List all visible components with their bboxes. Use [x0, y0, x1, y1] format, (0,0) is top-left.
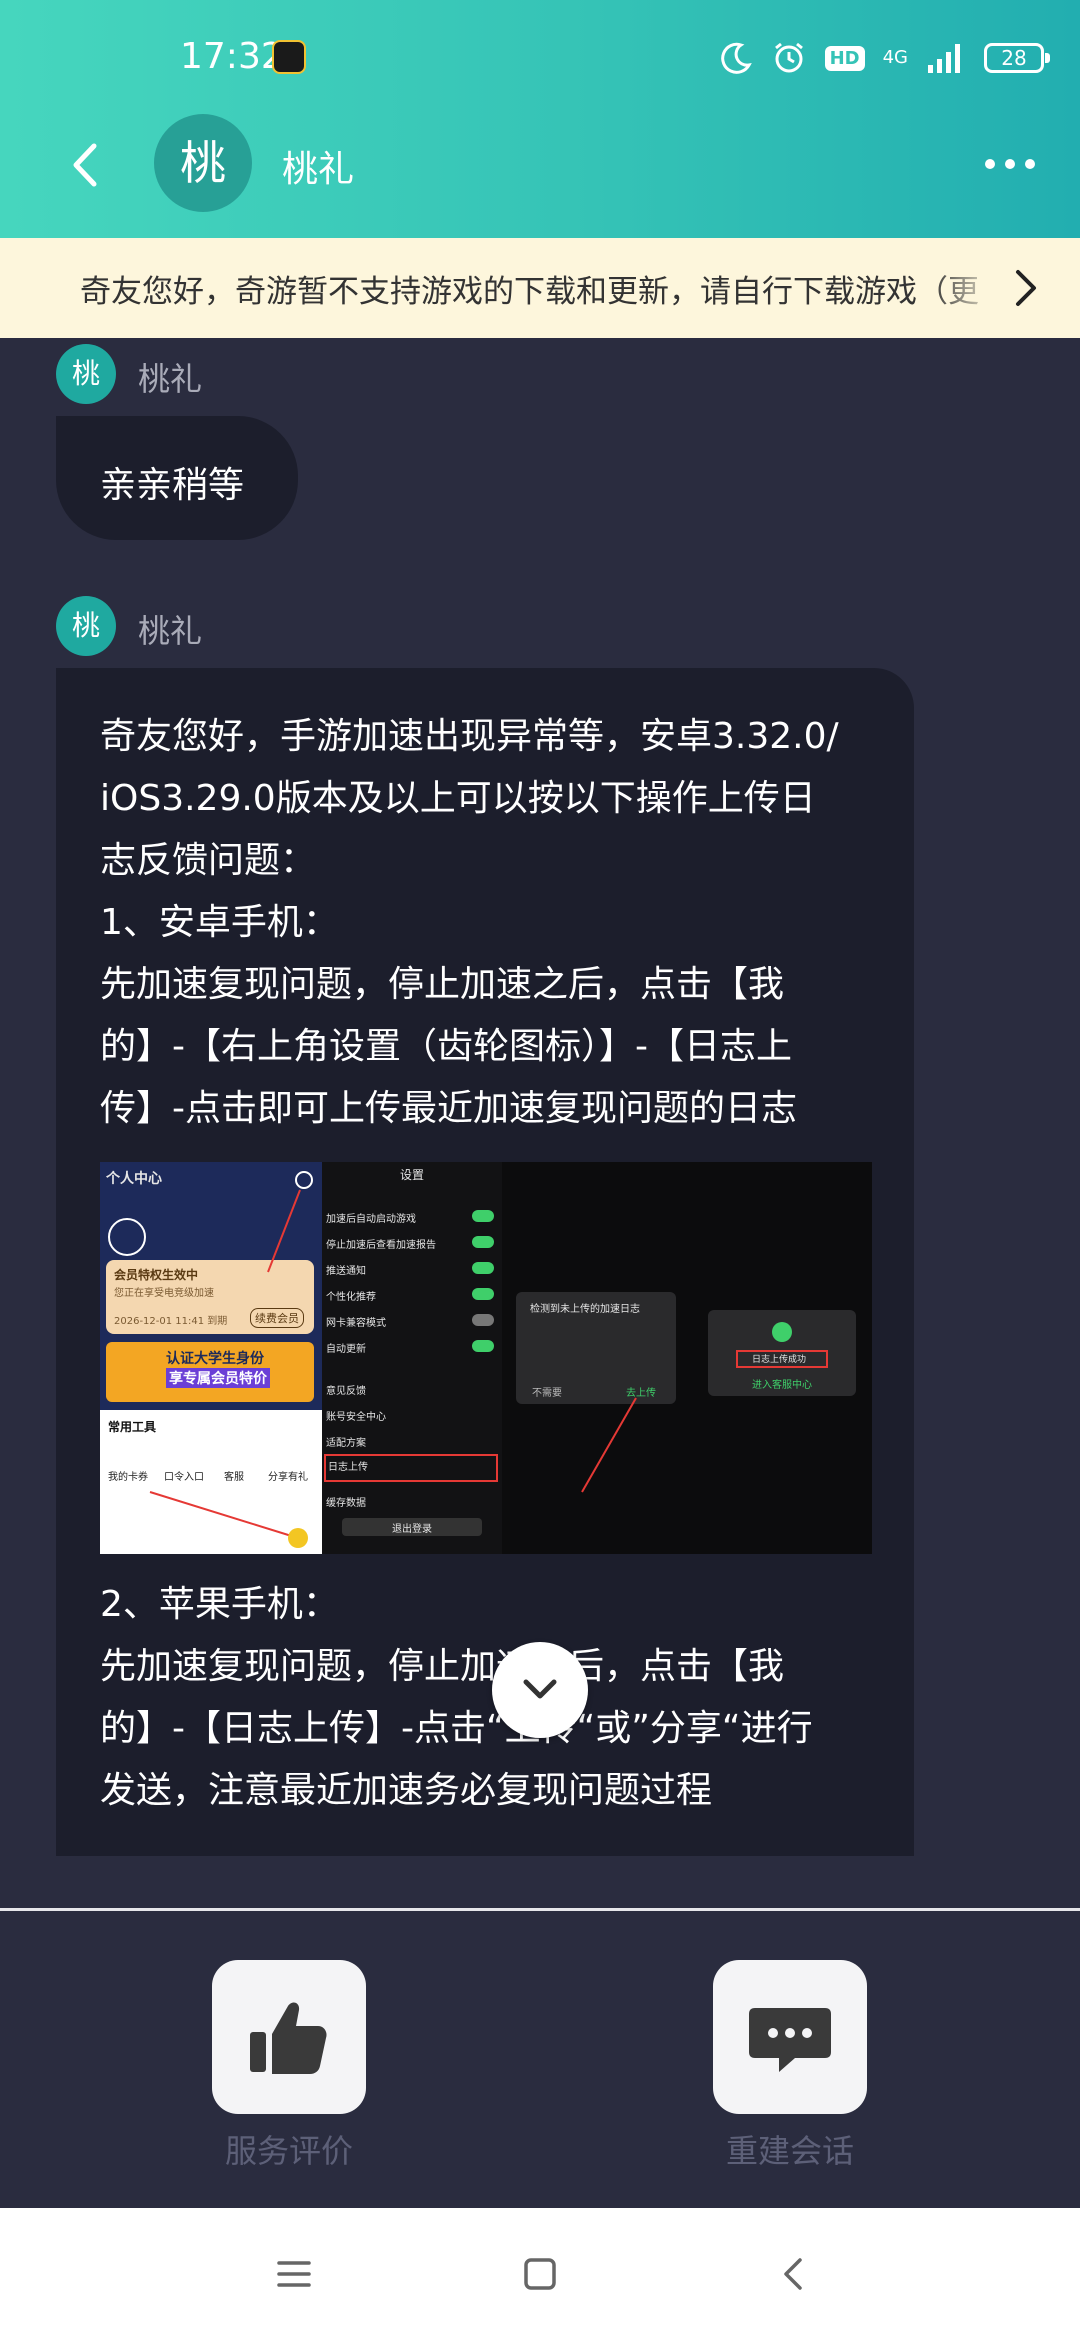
menu-icon[interactable]: [276, 2256, 312, 2292]
mini-text: 设置: [400, 1168, 425, 1182]
agent-name: 桃礼: [282, 149, 355, 190]
text-line: 奇友您好，手游加速出现异常等，安卓3.32.0/: [100, 716, 839, 757]
sender-avatar: 桃: [56, 596, 116, 656]
mini-text: 停止加速后查看加速报告: [326, 1240, 436, 1251]
text-line: 2、苹果手机：: [100, 1584, 339, 1625]
message-bubble: 奇友您好，手游加速出现异常等，安卓3.32.0/ iOS3.29.0版本及以上可…: [56, 668, 914, 1856]
mini-text: 退出登录: [392, 1524, 432, 1535]
mini-toggle: [472, 1210, 494, 1222]
action-bar: [0, 1911, 1080, 2207]
text-line: 发送，注意最近加速务必复现问题过程: [100, 1770, 713, 1811]
mini-text: 进入客服中心: [752, 1380, 812, 1391]
text-line: 志反馈问题：: [100, 840, 317, 881]
mini-text: 网卡兼容模式: [326, 1318, 386, 1329]
screenshot-panel-profile: 个人中心 会员特权生效中 您正在享受电竞级加速 2026-12-01 11:41…: [100, 1162, 322, 1554]
notice-fade: [930, 238, 1000, 338]
alarm-icon: [774, 42, 803, 73]
sender-name: 桃礼: [138, 360, 203, 398]
chat-header: 17:32 HD 4G 28 桃 桃礼: [0, 0, 1080, 238]
message-bubble: 亲亲稍等: [56, 416, 298, 540]
signal-icon: [928, 44, 960, 73]
chat-bubble-icon: [749, 2008, 831, 2072]
network-type: 4G: [882, 47, 908, 68]
text-line: iOS3.29.0版本及以上可以按以下操作上传日: [100, 778, 816, 819]
highlight-arrow: [149, 1171, 313, 1548]
rebuild-session-label: 重建会话: [725, 2132, 854, 2170]
sender-avatar: 桃: [56, 344, 116, 404]
status-bar: 17:32 HD 4G 28: [0, 0, 1080, 118]
mini-success-icon: [772, 1322, 792, 1342]
moon-icon: [720, 42, 752, 74]
mini-toggle: [472, 1262, 494, 1274]
message-text-part1: 奇友您好，手游加速出现异常等，安卓3.32.0/ iOS3.29.0版本及以上可…: [100, 706, 890, 1140]
notice-banner[interactable]: 奇友您好，奇游暂不支持游戏的下载和更新，请自行下载游戏（更: [0, 238, 1080, 338]
mini-text: 自动更新: [326, 1344, 366, 1355]
chevron-down-icon: [523, 1679, 557, 1699]
service-rating-label: 服务评价: [224, 2132, 353, 2170]
mini-text: 加速后自动启动游戏: [326, 1214, 416, 1225]
text-line: 的】-【右上角设置（齿轮图标）】-【日志上: [100, 1026, 792, 1067]
home-square-icon[interactable]: [522, 2256, 558, 2292]
status-time: 17:32: [180, 36, 284, 77]
sender-name: 桃礼: [138, 612, 203, 650]
highlight-arrow: [581, 1397, 637, 1493]
agent-avatar: 桃: [154, 114, 252, 212]
back-arrow-icon[interactable]: [64, 140, 104, 190]
mini-toggle: [472, 1340, 494, 1352]
mini-text: 日志上传: [328, 1462, 368, 1473]
notification-app-icon: [272, 40, 306, 74]
status-icons: HD 4G 28: [719, 36, 1050, 80]
system-navigation-bar: [0, 2208, 1080, 2340]
mini-text: 日志上传成功: [752, 1355, 807, 1365]
mini-text: 缓存数据: [326, 1498, 366, 1509]
mini-text: 推送通知: [326, 1266, 366, 1277]
back-triangle-icon[interactable]: [776, 2256, 812, 2292]
service-rating-button[interactable]: [212, 1960, 366, 2114]
mini-toggle: [472, 1288, 494, 1300]
screenshot-panel-dialog: 检测到未上传的加速日志 不需要 去上传: [502, 1162, 692, 1554]
text-line: 传】-点击即可上传最近加速复现问题的日志: [100, 1088, 797, 1129]
rebuild-session-button[interactable]: [713, 1960, 867, 2114]
hd-badge: HD: [824, 45, 865, 71]
screenshot-panel-settings: 设置 加速后自动启动游戏 停止加速后查看加速报告 推送通知 个性化推荐 网卡兼容…: [322, 1162, 502, 1554]
chevron-right-icon[interactable]: [1012, 268, 1040, 308]
mini-text: 意见反馈: [326, 1386, 366, 1397]
mini-toggle: [472, 1314, 494, 1326]
mini-text: 适配方案: [326, 1438, 366, 1449]
more-options-icon[interactable]: [982, 150, 1038, 178]
mini-text: 个性化推荐: [326, 1292, 376, 1303]
mini-text: 账号安全中心: [326, 1412, 386, 1423]
battery-icon: 28: [984, 43, 1050, 73]
scroll-to-bottom-button[interactable]: [492, 1642, 588, 1738]
notice-text: 奇友您好，奇游暂不支持游戏的下载和更新，请自行下载游戏（更: [80, 274, 979, 310]
text-line: 先加速复现问题，停止加速之后，点击【我: [100, 964, 785, 1005]
message-text: 亲亲稍等: [100, 465, 245, 506]
thumbs-up-icon: [250, 2002, 327, 2074]
text-line: 1、安卓手机：: [100, 902, 339, 943]
instruction-screenshot[interactable]: 个人中心 会员特权生效中 您正在享受电竞级加速 2026-12-01 11:41…: [100, 1162, 872, 1554]
screenshot-panel-success: 日志上传成功 进入客服中心: [692, 1162, 872, 1554]
mini-toggle: [472, 1236, 494, 1248]
